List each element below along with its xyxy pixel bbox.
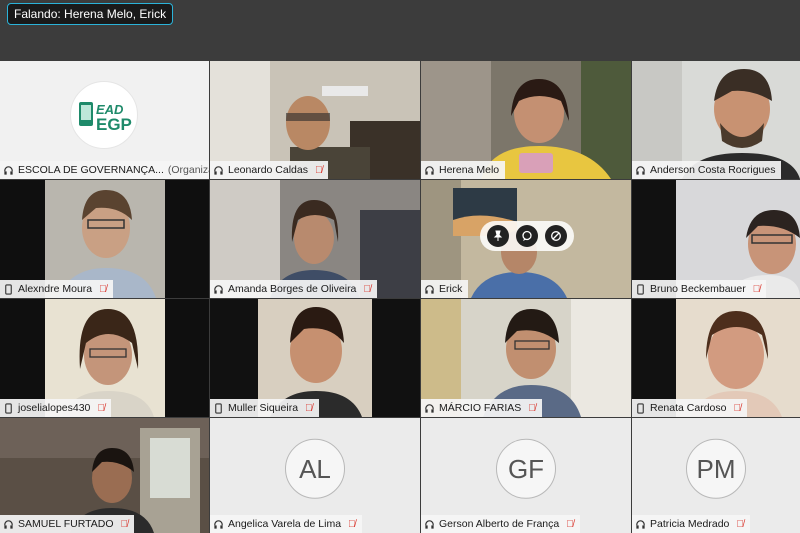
svg-text:EGP: EGP — [96, 115, 132, 134]
headset-icon — [636, 165, 645, 175]
participant-name: ESCOLA DE GOVERNANÇA... — [18, 164, 164, 176]
mic-off-icon: 🎙̸ — [314, 164, 323, 176]
participant-nametag: Alexndre Moura 🎙̸ — [0, 280, 113, 298]
block-icon — [550, 231, 561, 241]
participant-tile[interactable]: AL Angelica Varela de Lima 🎙̸ — [210, 418, 420, 533]
tile-hover-controls — [480, 221, 574, 251]
participant-tile[interactable]: Amanda Borges de Oliveira 🎙̸ — [210, 180, 420, 298]
participant-tile[interactable]: Herena Melo — [421, 61, 631, 179]
participant-nametag: Anderson Costa Rocrigues — [632, 161, 782, 179]
participant-name: Gerson Alberto de França — [439, 518, 560, 530]
participant-tile[interactable]: EAD EGP ESCOLA DE GOVERNANÇA... (Organiz… — [0, 61, 209, 179]
participant-tile[interactable]: Anderson Costa Rocrigues — [632, 61, 800, 179]
headset-icon — [4, 165, 13, 175]
participant-tile[interactable]: GF Gerson Alberto de França 🎙̸ — [421, 418, 631, 533]
participant-tile[interactable]: Alexndre Moura 🎙̸ — [0, 180, 209, 298]
mic-off-icon: 🎙̸ — [348, 518, 356, 530]
participant-name: Leonardo Caldas — [228, 164, 308, 176]
phone-icon — [637, 283, 644, 295]
block-button[interactable] — [544, 225, 567, 247]
headset-icon — [214, 165, 223, 175]
participant-name: Herena Melo — [439, 164, 500, 176]
mic-off-icon: 🎙̸ — [736, 518, 744, 530]
participant-nametag: Amanda Borges de Oliveira 🎙̸ — [210, 280, 377, 298]
participant-nametag: Renata Cardoso 🎙̸ — [632, 399, 747, 417]
participant-tile[interactable]: joselialopes430 🎙̸ — [0, 299, 209, 417]
participant-name: Bruno Beckembauer — [650, 283, 746, 295]
mic-off-icon: 🎙̸ — [752, 283, 761, 295]
participant-name: Anderson Costa Rocrigues — [650, 164, 776, 176]
mic-off-icon: 🎙̸ — [120, 518, 128, 530]
mic-off-icon: 🎙̸ — [363, 283, 371, 295]
participant-nametag: Muller Siqueira 🎙̸ — [210, 399, 319, 417]
mic-off-icon: 🎙̸ — [733, 402, 741, 414]
video-grid: EAD EGP ESCOLA DE GOVERNANÇA... (Organiz… — [0, 61, 800, 533]
participant-tile[interactable]: SAMUEL FURTADO 🎙̸ — [0, 418, 209, 533]
participant-nametag: SAMUEL FURTADO 🎙̸ — [0, 515, 134, 533]
phone-icon — [215, 402, 222, 414]
participant-name: Amanda Borges de Oliveira — [228, 283, 357, 295]
mic-off-icon: 🎙̸ — [99, 283, 107, 295]
mic-off-icon: 🎙̸ — [305, 402, 313, 414]
meeting-topbar: Falando: Herena Melo, Erick — [0, 0, 800, 61]
participant-name: Alexndre Moura — [18, 283, 93, 295]
participant-nametag: Leonardo Caldas 🎙̸ — [210, 161, 329, 179]
participant-name: SAMUEL FURTADO — [18, 518, 114, 530]
organization-logo: EAD EGP — [70, 81, 138, 149]
mic-off-icon: 🎙̸ — [97, 402, 105, 414]
chat-button[interactable] — [515, 225, 538, 247]
participant-nametag: Erick — [421, 280, 469, 298]
participant-tile[interactable]: Leonardo Caldas 🎙̸ — [210, 61, 420, 179]
participant-nametag: joselialopes430 🎙̸ — [0, 399, 111, 417]
participant-nametag: Bruno Beckembauer 🎙̸ — [632, 280, 767, 298]
pin-button[interactable] — [487, 225, 510, 247]
headset-icon — [4, 519, 13, 529]
participant-role: (Organizador...) — [167, 164, 209, 176]
participant-name: MÁRCIO FARIAS — [439, 402, 522, 414]
avatar: AL — [285, 438, 345, 499]
chat-bubble-icon — [522, 230, 532, 241]
headset-icon — [425, 519, 434, 529]
participant-tile[interactable]: Muller Siqueira 🎙̸ — [210, 299, 420, 417]
participant-tile[interactable]: Renata Cardoso 🎙̸ — [632, 299, 800, 417]
mic-off-icon: 🎙̸ — [566, 518, 574, 530]
participant-name: Renata Cardoso — [650, 402, 727, 414]
participant-name: Muller Siqueira — [228, 402, 299, 414]
mic-off-icon: 🎙̸ — [528, 402, 536, 414]
participant-tile[interactable]: Bruno Beckembauer 🎙̸ — [632, 180, 800, 298]
headset-icon — [214, 284, 223, 294]
participant-nametag: Patricia Medrado 🎙̸ — [632, 515, 750, 533]
participant-nametag: MÁRCIO FARIAS 🎙̸ — [421, 399, 542, 417]
active-speaker-indicator: Falando: Herena Melo, Erick — [7, 3, 174, 25]
avatar: PM — [686, 438, 746, 499]
participant-nametag: Angelica Varela de Lima 🎙̸ — [210, 515, 362, 533]
headset-icon — [636, 519, 645, 529]
headset-icon — [425, 284, 434, 294]
headset-icon — [425, 403, 434, 413]
phone-icon — [637, 402, 644, 414]
phone-icon — [5, 283, 12, 295]
headset-icon — [214, 519, 223, 529]
participant-tile[interactable]: PM Patricia Medrado 🎙̸ — [632, 418, 800, 533]
avatar: GF — [496, 438, 556, 499]
participant-nametag: ESCOLA DE GOVERNANÇA... (Organizador...) — [0, 161, 209, 179]
participant-name: Erick — [439, 283, 463, 295]
participant-tile[interactable]: Erick — [421, 180, 631, 298]
pin-icon — [494, 230, 503, 241]
participant-name: Patricia Medrado — [650, 518, 730, 530]
participant-nametag: Herena Melo — [421, 161, 506, 179]
participant-tile[interactable]: MÁRCIO FARIAS 🎙̸ — [421, 299, 631, 417]
headset-icon — [425, 165, 434, 175]
participant-name: joselialopes430 — [18, 402, 91, 414]
participant-nametag: Gerson Alberto de França 🎙̸ — [421, 515, 580, 533]
participant-name: Angelica Varela de Lima — [228, 518, 342, 530]
phone-icon — [5, 402, 12, 414]
